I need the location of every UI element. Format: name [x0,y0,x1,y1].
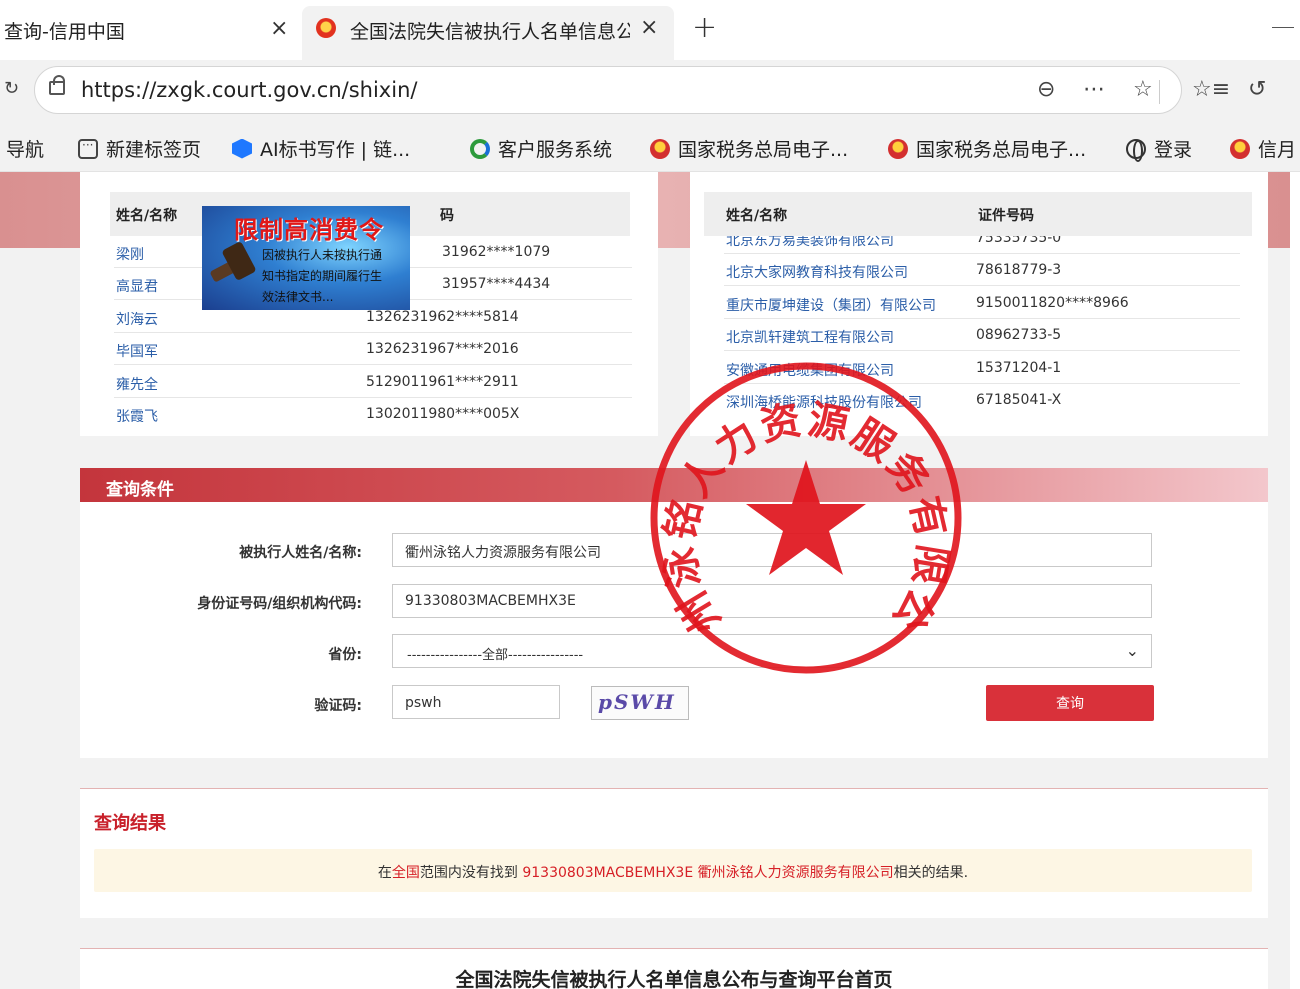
bookmark-login[interactable]: 登录 [1126,135,1192,162]
minimize-button[interactable] [1272,27,1294,28]
new-tab-icon [78,138,98,159]
url-text[interactable]: https://zxgk.court.gov.cn/shixin/ [81,78,417,102]
province-select[interactable]: ----------------全部---------------- ⌄ [392,634,1152,668]
query-form: 被执行人姓名/名称: 衢州泳铭人力资源服务有限公司 身份证号码/组织机构代码: … [80,502,1268,758]
table-row[interactable]: 雍先全 5129011961****2911 [114,366,632,398]
tax-emblem-icon [1230,138,1250,159]
keyword-text: 91330803MACBEMHX3E 衢州泳铭人力资源服务有限公司 [522,865,894,881]
captcha-image[interactable]: pSWH [591,686,689,720]
bookmark-ai-writing[interactable]: AI标书写作 | 链... [232,135,410,162]
close-icon[interactable]: × [270,16,288,41]
history-icon[interactable]: ↺ [1248,77,1266,102]
banner-title: 限制高消费令 [234,216,384,244]
captcha-label: 验证码: [314,698,362,714]
search-button[interactable]: 查询 [986,685,1154,721]
tab-title: 查询-信用中国 [4,21,125,43]
new-tab-button[interactable]: + [692,10,717,45]
customer-service-icon [470,138,490,159]
banner-text-line: 因被执行人未按执行通 [262,248,383,262]
name-input[interactable]: 衢州泳铭人力资源服务有限公司 [392,533,1152,567]
ai-icon [232,138,252,159]
table-header: 姓名/名称 证件号码 [704,192,1252,236]
table-row[interactable]: 北京东方易美装饰有限公司 75335735-0 [724,236,1240,254]
bookmark-customer-service[interactable]: 客户服务系统 [470,135,612,162]
result-title: 查询结果 [94,813,166,834]
captcha-input[interactable]: pswh [392,685,560,719]
column-name: 姓名/名称 [726,208,788,224]
more-icon[interactable]: ⋯ [1083,77,1105,102]
id-label: 身份证号码/组织机构代码: [197,596,362,612]
bookmark-new-tab[interactable]: 新建标签页 [78,135,201,162]
court-emblem-icon [316,18,336,38]
tax-emblem-icon [650,138,670,159]
tax-emblem-icon [888,138,908,159]
table-row[interactable]: 安徽通用电缆集团有限公司 15371204-1 [724,352,1240,384]
company-list-card: 姓名/名称 证件号码 北京东方易美装饰有限公司 75335735-0 北京大家网教… [690,172,1268,436]
tab-bar: 查询-信用中国 × 全国法院失信被执行人名单信息公 × + [0,0,1300,60]
section-title: 查询条件 [106,480,174,500]
table-row[interactable]: 毕国军 1326231967****2016 [114,333,632,365]
tab-title: 全国法院失信被执行人名单信息公 [350,21,630,43]
page-content: 姓名/名称 码 梁刚 31962****1079 高显君 31957****4434… [0,172,1290,989]
address-row: ↻ https://zxgk.court.gov.cn/shixin/ ⊖ ⋯ … [0,60,1300,124]
table-row[interactable]: 北京凯轩建筑工程有限公司 08962733-5 [724,319,1240,351]
separator [1159,80,1160,104]
tab-credit-china[interactable]: 查询-信用中国 × [0,0,300,60]
table-row[interactable]: 北京大家网教育科技有限公司 78618779-3 [724,254,1240,286]
bookmark-tax-2[interactable]: 国家税务总局电子... [888,135,1086,162]
result-card: 查询结果 在全国范围内没有找到 91330803MACBEMHX3E 衢州泳铭人… [80,788,1268,918]
table-row[interactable]: 张霞飞 1302011980****005X [114,398,632,422]
province-label: 省份: [328,647,362,663]
tab-court-shixin[interactable]: 全国法院失信被执行人名单信息公 × [302,6,674,60]
scope-text: 全国 [391,865,420,881]
chevron-down-icon: ⌄ [1125,641,1139,660]
banner-text-line: 知书指定的期间履行生 [262,269,383,283]
result-message: 在全国范围内没有找到 91330803MACBEMHX3E 衢州泳铭人力资源服务… [94,849,1252,892]
restriction-order-banner[interactable]: 限制高消费令 因被执行人未按执行通 知书指定的期间履行生 效法律文书... [202,206,410,310]
query-section-header: 查询条件 [80,468,1268,502]
globe-icon [1126,138,1146,162]
column-code: 码 [440,208,454,224]
column-code: 证件号码 [978,208,1034,224]
platform-home-link[interactable]: 全国法院失信被执行人名单信息公布与查询平台首页 [80,965,1268,989]
column-name: 姓名/名称 [116,208,178,224]
bookmark-tax-1[interactable]: 国家税务总局电子... [650,135,848,162]
table-row[interactable]: 深圳海桥能源科技股份有限公司 67185041-X [724,384,1240,416]
province-selected: ----------------全部---------------- [407,648,584,663]
close-icon[interactable]: × [640,15,658,40]
name-label: 被执行人姓名/名称: [239,545,362,561]
footer-card: 全国法院失信被执行人名单信息公布与查询平台首页 [80,948,1268,989]
address-bar[interactable]: https://zxgk.court.gov.cn/shixin/ ⊖ ⋯ ☆ [34,66,1182,114]
bookmark-navigation[interactable]: 导航 [6,135,44,162]
bookmarks-bar: 导航 新建标签页 AI标书写作 | 链... 客户服务系统 国家税务总局电子..… [0,124,1300,172]
company-rows: 北京东方易美装饰有限公司 75335735-0 北京大家网教育科技有限公司 7861… [690,236,1268,422]
bookmark-credit[interactable]: 信月 [1230,135,1296,162]
table-row[interactable]: 重庆市厦坤建设（集团）有限公司 9150011820****8966 [724,287,1240,319]
refresh-icon[interactable]: ↻ [4,78,19,99]
zoom-out-icon[interactable]: ⊖ [1037,77,1055,102]
lock-icon [49,75,65,95]
banner-text-line: 效法律文书... [262,290,334,304]
favorites-icon[interactable]: ☆≡ [1192,77,1230,102]
id-code-input[interactable]: 91330803MACBEMHX3E [392,584,1152,618]
star-icon[interactable]: ☆ [1133,77,1153,102]
